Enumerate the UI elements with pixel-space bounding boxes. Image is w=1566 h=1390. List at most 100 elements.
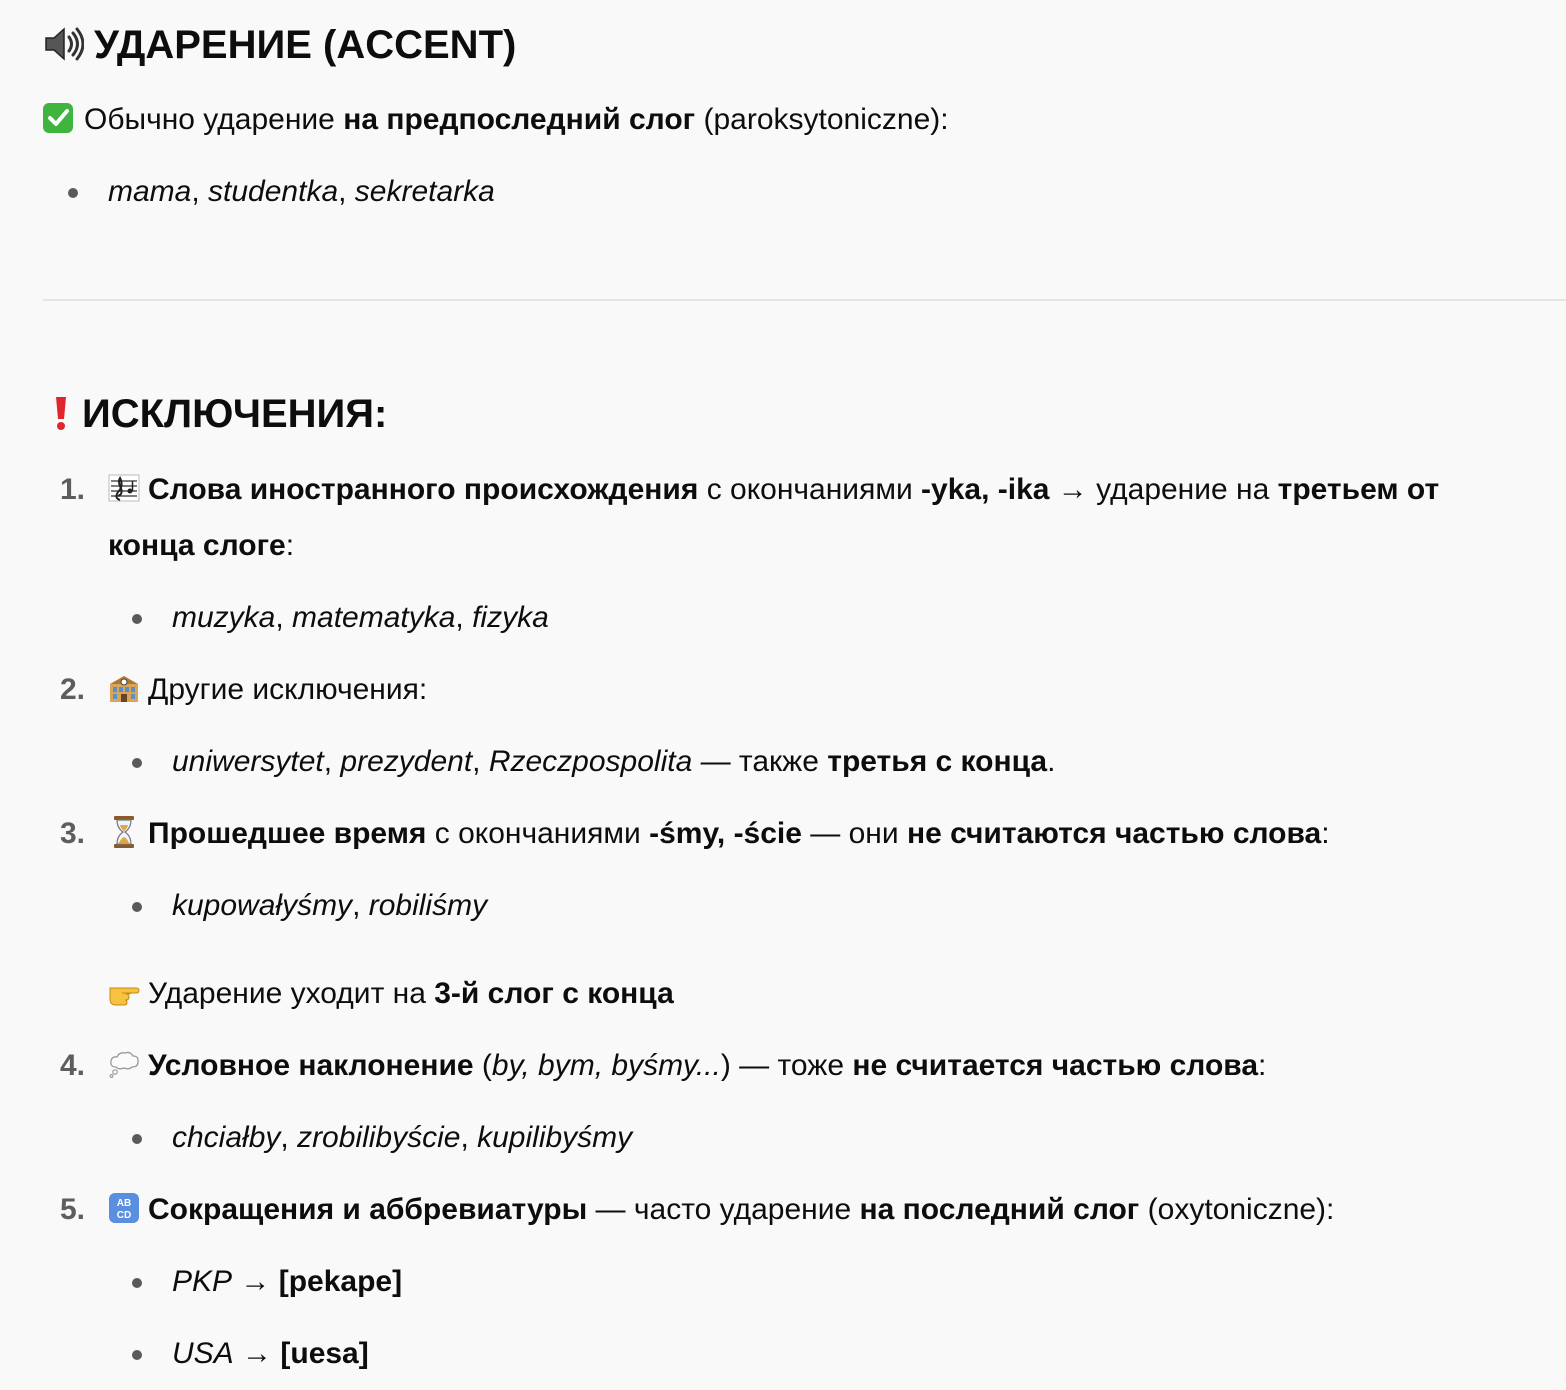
abcd-icon-bottom: CD: [117, 1210, 131, 1221]
separator: ,: [191, 175, 209, 208]
abcd-icon-top: AB: [117, 1198, 131, 1209]
rule-text-after: (paroksytoniczne):: [695, 103, 949, 136]
bullet-dot: [132, 614, 142, 624]
example-word: fizyka: [472, 601, 549, 634]
item-bold: -śmy, -ście: [649, 817, 802, 850]
list-number: 3.: [60, 817, 86, 850]
check-mark-icon: [42, 102, 74, 134]
item-bold: третья с конца: [827, 745, 1048, 778]
abbreviation: PKP: [172, 1265, 233, 1298]
bullet-dot: [68, 188, 78, 198]
separator: ,: [352, 889, 369, 922]
arrow: →: [242, 1337, 273, 1370]
exception-item-3: Прошедшее время с окончаниями -śmy, -ści…: [108, 815, 1330, 853]
example-word: Rzeczpospolita: [488, 745, 693, 778]
example-word: studentka: [208, 175, 339, 208]
list-number: 4.: [60, 1049, 86, 1082]
item-italic: by, bym, byśmy...: [491, 1049, 721, 1082]
separator: ,: [338, 175, 355, 208]
accent-examples: mama, studentka, sekretarka: [108, 173, 495, 211]
accent-heading: УДАРЕНИЕ (ACCENT): [42, 22, 516, 68]
musical-score-icon: [108, 472, 140, 504]
item-text: ) — тоже: [720, 1049, 853, 1082]
separator: ,: [455, 601, 473, 634]
example-word: uniwersytet: [172, 745, 324, 778]
exceptions-heading: ИСКЛЮЧЕНИЯ:: [50, 391, 387, 437]
pointing-hand-icon: [108, 978, 140, 1006]
list-number: 1.: [60, 473, 86, 506]
example-word: muzyka: [172, 601, 276, 634]
exception-item-2: Другие исключения:: [108, 671, 427, 709]
exception-item-1-line2: конца слоге:: [108, 527, 294, 565]
abbreviation-example: USA → [uesa]: [172, 1335, 369, 1373]
separator: ,: [472, 745, 489, 778]
list-number: 5.: [60, 1193, 86, 1226]
list-number: 2.: [60, 673, 86, 706]
item-4-examples: chciałby, zrobilibyście, kupilibyśmy: [172, 1119, 632, 1157]
rule-bold: на предпоследний слог: [343, 103, 696, 136]
item-3-examples: kupowałyśmy, robiliśmy: [172, 887, 487, 925]
item-bold: Условное наклонение: [148, 1049, 474, 1082]
exceptions-title: ИСКЛЮЧЕНИЯ:: [82, 392, 388, 436]
example-word: mama: [108, 175, 192, 208]
rule-text-before: Обычно ударение: [84, 103, 344, 136]
exception-item-1: Слова иностранного происхождения с оконч…: [108, 471, 1439, 509]
abbreviation-example: PKP → [pekape]: [172, 1263, 402, 1301]
bullet-dot: [132, 758, 142, 768]
abcd-icon: AB CD: [108, 1192, 140, 1224]
school-building-icon: [108, 672, 140, 704]
item-text: с окончаниями: [426, 817, 650, 850]
item-text: — часто ударение: [587, 1193, 860, 1226]
example-word: matematyka: [292, 601, 456, 634]
item-text: :: [1258, 1049, 1267, 1082]
example-word: chciałby: [172, 1121, 281, 1154]
item-text: → ударение на: [1049, 473, 1278, 506]
example-word: prezydent: [340, 745, 473, 778]
separator: ,: [460, 1121, 478, 1154]
abbreviation: USA: [172, 1337, 234, 1370]
exception-item-4: Условное наклонение (by, bym, byśmy...) …: [108, 1047, 1266, 1085]
item-2-examples: uniwersytet, prezydent, Rzeczpospolita —…: [172, 743, 1055, 781]
item-text: — они: [801, 817, 907, 850]
item-3-note: Ударение уходит на 3-й слог с конца: [108, 975, 674, 1013]
hourglass-icon: [108, 815, 140, 849]
item-bold: конца слоге: [108, 529, 286, 562]
bullet-dot: [132, 902, 142, 912]
item-bold: -yka, -ika: [921, 473, 1050, 506]
example-word: zrobilibyście: [297, 1121, 461, 1154]
example-word: kupilibyśmy: [477, 1121, 633, 1154]
accent-rule: Обычно ударение на предпоследний слог (p…: [42, 101, 949, 139]
item-bold: Сокращения и аббревиатуры: [148, 1193, 588, 1226]
separator: ,: [275, 601, 293, 634]
abbreviation-reading: [uesa]: [280, 1337, 369, 1370]
bullet-dot: [132, 1134, 142, 1144]
item-bold: не считается частью слова: [852, 1049, 1259, 1082]
item-1-examples: muzyka, matematyka, fizyka: [172, 599, 549, 637]
separator: ,: [280, 1121, 298, 1154]
speaker-icon: [42, 24, 85, 64]
item-bold: Слова иностранного происхождения: [148, 473, 699, 506]
item-bold: третьем от: [1277, 473, 1440, 506]
bullet-dot: [132, 1278, 142, 1288]
thought-balloon-icon: [108, 1049, 140, 1079]
item-text: (: [473, 1049, 492, 1082]
accent-title: УДАРЕНИЕ (ACCENT): [94, 23, 517, 67]
item-text: .: [1047, 745, 1056, 778]
exception-item-5: AB CD Сокращения и аббревиатуры — часто …: [108, 1191, 1334, 1229]
example-word: sekretarka: [354, 175, 495, 208]
abbreviation-reading: [pekape]: [278, 1265, 403, 1298]
exclamation-icon: [50, 394, 72, 432]
item-bold: на последний слог: [859, 1193, 1140, 1226]
note-text: Ударение уходит на: [148, 977, 435, 1010]
note-bold: 3-й слог с конца: [434, 977, 674, 1010]
separator: ,: [323, 745, 341, 778]
item-bold: не считаются частью слова: [906, 817, 1322, 850]
arrow: →: [240, 1265, 271, 1298]
bullet-dot: [132, 1350, 142, 1360]
item-text: — также: [692, 745, 828, 778]
item-text: (oxytoniczne):: [1139, 1193, 1335, 1226]
example-word: kupowałyśmy: [172, 889, 353, 922]
example-word: robiliśmy: [368, 889, 488, 922]
item-text: :: [1321, 817, 1330, 850]
item-text: с окончаниями: [698, 473, 922, 506]
